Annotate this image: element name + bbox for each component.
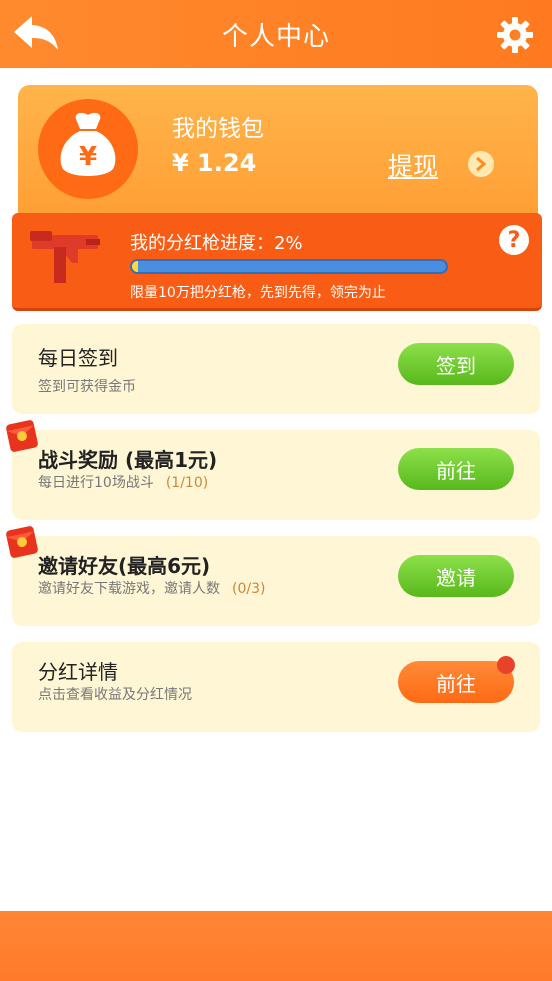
task-battle-reward: 战斗奖励 (最高1元) 每日进行10场战斗 (1/10) 前往 bbox=[12, 430, 540, 520]
page-title: 个人中心 bbox=[221, 21, 330, 52]
help-icon[interactable]: ? bbox=[499, 225, 529, 255]
task-daily-checkin: 每日签到 签到可获得金币 签到 bbox=[12, 324, 540, 414]
wallet-card: ¥ 我的钱包 ¥ 1.24 提现 bbox=[18, 85, 538, 230]
red-envelope-icon bbox=[6, 526, 38, 558]
notification-dot bbox=[497, 656, 515, 674]
gear-icon bbox=[497, 17, 533, 53]
withdraw-arrow-icon[interactable] bbox=[468, 151, 494, 177]
task-desc: 签到可获得金币 bbox=[38, 379, 136, 395]
task-desc: 点击查看收益及分红情况 bbox=[38, 687, 192, 703]
wallet-title: 我的钱包 bbox=[172, 116, 264, 142]
back-arrow-icon bbox=[14, 16, 58, 50]
task-dividend-details: 分红详情 点击查看收益及分红情况 前往 bbox=[12, 642, 540, 732]
task-invite-friends: 邀请好友(最高6元) 邀请好友下载游戏，邀请人数 (0/3) 邀请 bbox=[12, 536, 540, 626]
back-button[interactable] bbox=[12, 12, 60, 56]
battle-go-button[interactable]: 前往 bbox=[398, 448, 514, 490]
red-envelope-icon bbox=[6, 420, 38, 452]
top-bar: 个人中心 bbox=[0, 0, 552, 68]
gun-icon bbox=[30, 231, 100, 283]
task-progress-count: (0/3) bbox=[232, 581, 266, 597]
bottom-bar bbox=[0, 911, 552, 981]
task-title: 战斗奖励 (最高1元) bbox=[38, 448, 218, 472]
task-desc-text: 邀请好友下载游戏，邀请人数 bbox=[38, 581, 220, 597]
money-bag-icon: ¥ bbox=[60, 112, 116, 176]
wallet-balance: ¥ 1.24 bbox=[172, 149, 257, 177]
checkin-button[interactable]: 签到 bbox=[398, 343, 514, 385]
invite-button[interactable]: 邀请 bbox=[398, 555, 514, 597]
settings-button[interactable] bbox=[496, 16, 534, 54]
money-bag-badge: ¥ bbox=[38, 99, 138, 199]
withdraw-link[interactable]: 提现 bbox=[388, 147, 438, 183]
dividend-gun-progress: 我的分红枪进度：2% 限量10万把分红枪，先到先得，领完为止 ? bbox=[12, 213, 542, 311]
task-desc-text: 每日进行10场战斗 bbox=[38, 475, 154, 491]
progress-bar bbox=[130, 259, 448, 274]
task-title: 邀请好友(最高6元) bbox=[38, 554, 211, 578]
yuan-symbol: ¥ bbox=[79, 142, 97, 172]
task-title: 每日签到 bbox=[38, 346, 118, 370]
task-desc: 每日进行10场战斗 (1/10) bbox=[38, 472, 208, 492]
progress-note: 限量10万把分红枪，先到先得，领完为止 bbox=[130, 285, 386, 301]
task-title: 分红详情 bbox=[38, 660, 118, 684]
progress-label: 我的分红枪进度：2% bbox=[130, 233, 303, 254]
task-desc: 邀请好友下载游戏，邀请人数 (0/3) bbox=[38, 578, 265, 598]
progress-fill bbox=[132, 261, 139, 272]
task-progress-count: (1/10) bbox=[165, 475, 209, 491]
